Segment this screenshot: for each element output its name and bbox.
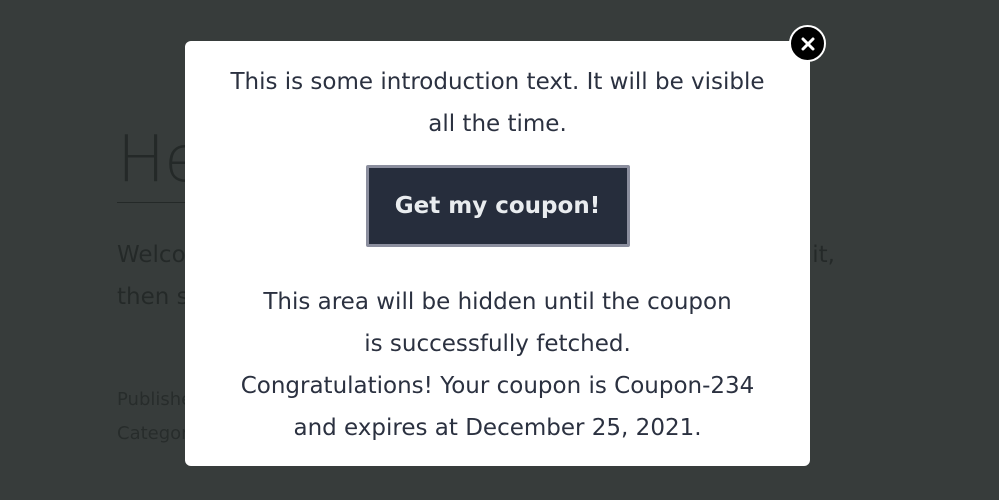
get-coupon-button[interactable]: Get my coupon! bbox=[365, 165, 630, 247]
hidden-area-note: This area will be hidden until the coupo… bbox=[263, 289, 732, 357]
coupon-result-area: This area will be hidden until the coupo… bbox=[221, 281, 774, 449]
close-icon bbox=[801, 37, 814, 50]
coupon-congrats-text: Congratulations! Your coupon is Coupon-2… bbox=[240, 373, 755, 441]
intro-text: This is some introduction text. It will … bbox=[230, 69, 765, 137]
close-button[interactable] bbox=[789, 25, 826, 62]
coupon-modal: This is some introduction text. It will … bbox=[185, 41, 810, 466]
